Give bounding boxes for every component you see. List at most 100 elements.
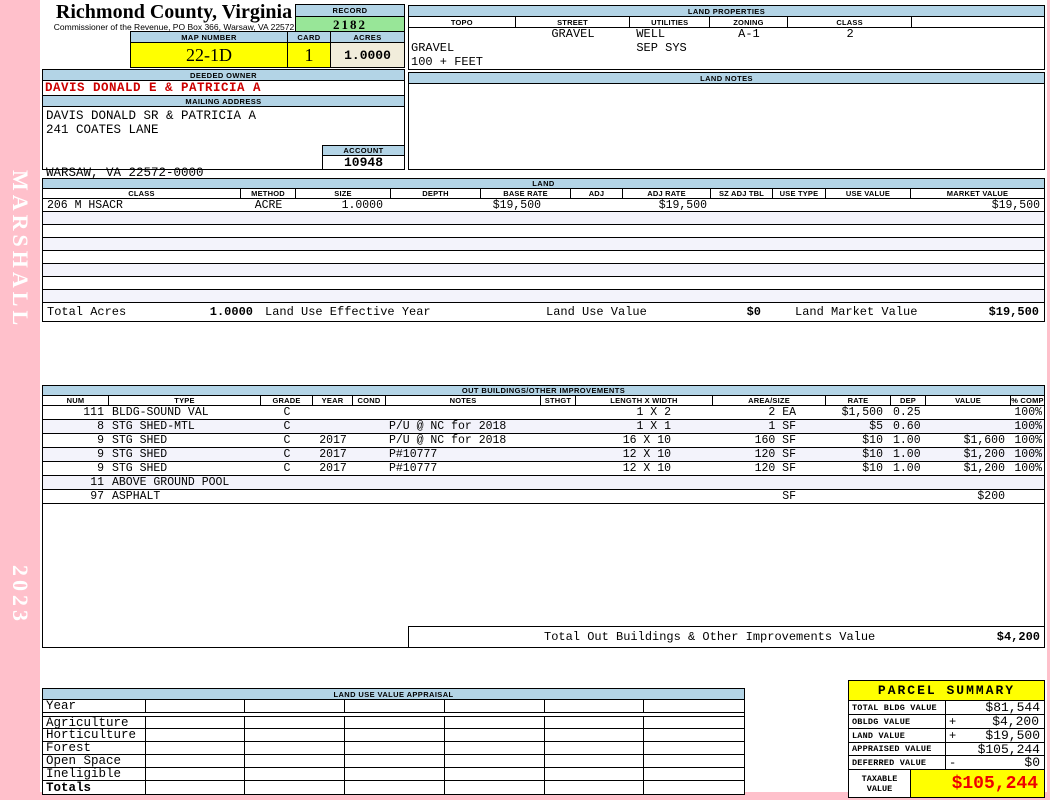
lua-label-year: Year	[43, 699, 146, 713]
ps-value-taxable: $105,244	[911, 770, 1044, 797]
land-use-value-label: Land Use Value	[546, 305, 647, 319]
land-cell-base-rate: $19,500	[492, 198, 541, 212]
land-empty-row	[43, 238, 1044, 251]
ob-cell-type: ABOVE GROUND POOL	[112, 476, 230, 489]
land-empty-row	[43, 264, 1044, 277]
land-empty-row	[43, 212, 1044, 225]
county-title: Richmond County, Virginia	[55, 1, 293, 23]
ob-cell-num: 11	[90, 476, 104, 489]
lua-row-forest: Forest	[43, 741, 744, 755]
ob-cell-dep: 1.00	[893, 434, 921, 447]
ob-cell-area: 2 EA	[768, 406, 796, 419]
land-cell-size: 1.0000	[341, 198, 383, 212]
parcel-summary-section: PARCEL SUMMARY TOTAL BLDG VALUE $81,544 …	[848, 680, 1045, 798]
ps-label-total-bldg: TOTAL BLDG VALUE	[849, 701, 946, 714]
total-acres-value: 1.0000	[209, 305, 253, 319]
land-header-method: METHOD	[241, 189, 296, 198]
mailing-line-1: DAVIS DONALD SR & PATRICIA A	[46, 109, 257, 123]
ob-header-notes: NOTES	[386, 396, 541, 405]
ob-cell-area: 120 SF	[754, 462, 796, 475]
ob-cell-area: 120 SF	[754, 448, 796, 461]
ob-cell-lw: 16 X 10	[622, 434, 671, 447]
ob-row: 9 STG SHED C 2017 P#10777 12 X 10 120 SF…	[43, 448, 1044, 462]
ps-label-obldg: OBLDG VALUE	[849, 715, 946, 728]
ob-header-year: YEAR	[313, 396, 353, 405]
mailing-line-2: 241 COATES LANE	[46, 123, 159, 137]
land-cell-market-value: $19,500	[991, 198, 1040, 212]
lua-row-horticulture: Horticulture	[43, 728, 744, 742]
ob-cell-value: $1,200	[963, 448, 1005, 461]
ob-cell-value: $200	[977, 490, 1005, 503]
ob-header-grade: GRADE	[261, 396, 313, 405]
land-header-adj-rate: ADJ RATE	[623, 189, 711, 198]
ob-cell-notes: P#10777	[389, 448, 438, 461]
ob-row: 11 ABOVE GROUND POOL	[43, 476, 1044, 490]
lua-row-agriculture: Agriculture	[43, 716, 744, 730]
ob-cell-type: STG SHED	[112, 434, 168, 447]
lp-header-zoning: ZONING	[710, 17, 788, 27]
outbuildings-total-row: Total Out Buildings & Other Improvements…	[408, 626, 1045, 647]
lua-row-year: Year	[43, 699, 744, 713]
ob-cell-type: BLDG-SOUND VAL	[112, 406, 209, 419]
ob-cell-grade: C	[283, 448, 291, 461]
land-market-value-label: Land Market Value	[795, 305, 918, 319]
land-properties-title: LAND PROPERTIES	[409, 6, 1044, 17]
land-header-sz-adj-tbl: SZ ADJ TBL	[711, 189, 773, 198]
ob-cell-value: $1,200	[963, 462, 1005, 475]
ob-row: 111 BLDG-SOUND VAL C 1 X 2 2 EA $1,500 0…	[43, 406, 1044, 420]
ob-cell-dep: 0.25	[893, 406, 921, 419]
record-card: Richmond County, Virginia Commissioner o…	[40, 0, 1047, 798]
land-header-market-value: MARKET VALUE	[946, 189, 1009, 198]
ob-cell-area: 160 SF	[754, 434, 796, 447]
land-cell-class: 206 M HSACR	[47, 198, 123, 212]
ob-cell-type: ASPHALT	[112, 490, 161, 503]
ob-cell-num: 97	[90, 490, 104, 503]
land-empty-row	[43, 290, 1044, 303]
ob-cell-comp: 100%	[1014, 434, 1042, 447]
lp-topo-value-1: GRAVEL	[411, 42, 455, 55]
ps-row-total-bldg: TOTAL BLDG VALUE $81,544	[849, 700, 1044, 715]
ob-cell-lw: 12 X 10	[622, 448, 671, 461]
ob-cell-dep: 1.00	[893, 448, 921, 461]
lua-row-ineligible: Ineligible	[43, 767, 744, 781]
outbuildings-title: OUT BUILDINGS/OTHER IMPROVEMENTS	[43, 386, 1044, 396]
ob-cell-grade: C	[283, 406, 291, 419]
ps-value-total-bldg: $81,544	[985, 700, 1040, 715]
ob-cell-comp: 100%	[1014, 420, 1042, 433]
ps-row-obldg: OBLDG VALUE + $4,200	[849, 714, 1044, 729]
total-acres-label: Total Acres	[47, 305, 127, 319]
lp-zoning-value: A-1	[738, 28, 760, 41]
lp-class-value: 2	[846, 28, 854, 41]
lp-header-filler	[912, 17, 1044, 27]
lp-header-class: CLASS	[788, 17, 913, 27]
ob-cell-lw: 1 X 2	[636, 406, 671, 419]
ob-cell-year: 2017	[319, 448, 347, 461]
land-empty-row	[43, 251, 1044, 264]
ps-value-deferred: $0	[1024, 755, 1040, 770]
ob-cell-type: STG SHED	[112, 448, 168, 461]
ob-cell-num: 8	[97, 420, 104, 433]
land-header-use-value: USE VALUE	[826, 189, 911, 198]
ob-cell-type: STG SHED-MTL	[112, 420, 195, 433]
land-cell-adj-rate: $19,500	[658, 198, 707, 212]
outbuildings-section: OUT BUILDINGS/OTHER IMPROVEMENTS NUM TYP…	[42, 385, 1045, 648]
ob-header-value: VALUE	[926, 396, 1011, 405]
lua-label-agriculture: Agriculture	[43, 716, 146, 730]
outbuildings-total-value: $4,200	[996, 630, 1040, 644]
ob-header-rate: RATE	[826, 396, 891, 405]
land-empty-row	[43, 277, 1044, 290]
ob-cell-rate: $10	[862, 448, 883, 461]
map-number-value: 22-1D	[130, 42, 288, 68]
ps-op: +	[949, 714, 957, 729]
lua-row-totals: Totals	[43, 781, 744, 795]
ob-row: 9 STG SHED C 2017 P/U @ NC for 2018 16 X…	[43, 434, 1044, 448]
land-title: LAND	[43, 179, 1044, 189]
ob-cell-value: $1,600	[963, 434, 1005, 447]
ob-cell-comp: 100%	[1014, 406, 1042, 419]
ps-op: +	[949, 728, 957, 743]
land-market-value: $19,500	[988, 305, 1039, 319]
ob-cell-num: 9	[97, 434, 104, 447]
land-cell-method: ACRE	[254, 198, 283, 212]
ob-cell-notes: P/U @ NC for 2018	[389, 420, 507, 433]
lua-label-horticulture: Horticulture	[43, 728, 146, 742]
